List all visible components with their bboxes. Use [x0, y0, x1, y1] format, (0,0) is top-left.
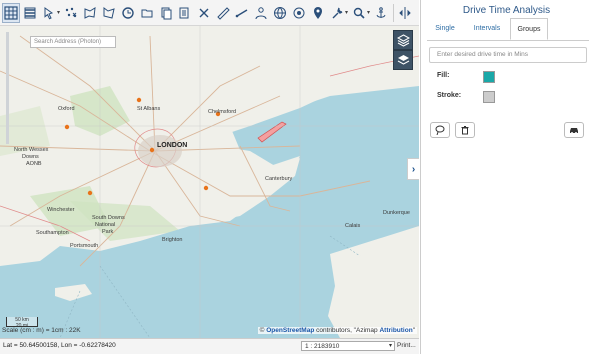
scatter-icon[interactable] — [62, 3, 80, 23]
osm-link[interactable]: OpenStreetMap — [266, 327, 314, 334]
marker-point[interactable] — [149, 147, 155, 153]
toolbar-divider — [393, 3, 395, 22]
collapse-panel-chevron-icon[interactable]: › — [407, 158, 419, 180]
city-label: Calais — [345, 223, 361, 229]
map-canvas[interactable]: Oxford St Albans Chelmsford LONDON Cante… — [0, 26, 419, 338]
delete-button[interactable] — [455, 122, 475, 138]
refresh-circle-icon[interactable] — [119, 3, 137, 23]
marker-point[interactable] — [203, 185, 209, 191]
copy-alt-icon[interactable] — [176, 3, 194, 23]
fill-label: Fill: — [437, 72, 450, 79]
status-bar: Lat = 50.64500158, Lon = -0.62278420 1 :… — [0, 338, 419, 354]
address-search-input[interactable]: Search Address (Photon) — [30, 36, 116, 48]
magnify-icon[interactable] — [350, 3, 368, 23]
pointer-icon[interactable] — [40, 3, 58, 23]
area-label: South Downs — [92, 215, 125, 221]
car-icon — [570, 128, 578, 134]
dropdown-caret-icon[interactable]: ▾ — [367, 9, 370, 16]
fill-color-swatch[interactable] — [483, 71, 495, 83]
attribution-link[interactable]: Attribution — [379, 327, 412, 334]
area-label: National — [95, 222, 116, 228]
area-label: Park — [102, 229, 114, 235]
city-label: Oxford — [58, 106, 75, 112]
city-label: Canterbury — [265, 176, 293, 182]
city-label: St Albans — [137, 106, 161, 112]
cursor-coordinates: Lat = 50.64500158, Lon = -0.62278420 — [3, 342, 116, 349]
tab-groups[interactable]: Groups — [510, 18, 548, 40]
dropdown-caret-icon[interactable]: ▾ — [57, 9, 60, 16]
measure-icon[interactable] — [233, 3, 251, 23]
tab-single[interactable]: Single — [427, 18, 463, 40]
area-label: Downs — [22, 154, 39, 160]
close-x-icon[interactable] — [195, 3, 213, 23]
globe-icon[interactable] — [271, 3, 289, 23]
dropdown-caret-icon[interactable]: ▾ — [345, 9, 348, 16]
city-label: Chelmsford — [208, 109, 237, 115]
layers-stack-icon[interactable] — [21, 3, 39, 23]
base-layers-icon[interactable] — [393, 50, 413, 70]
city-label: Brighton — [162, 237, 183, 243]
horizontal-resize-icon[interactable] — [396, 3, 414, 23]
scale-value: 1 : 2183910 — [305, 343, 340, 350]
map-pin-icon[interactable] — [309, 3, 327, 23]
attribution-text: contributors, "Azimap — [314, 327, 380, 334]
print-button[interactable]: Print... — [397, 342, 416, 349]
drive-time-markers — [64, 97, 221, 196]
target-icon[interactable] — [290, 3, 308, 23]
marker-point[interactable] — [136, 97, 142, 103]
map-attribution: © OpenStreetMap contributors, "Azimap At… — [257, 327, 417, 334]
stroke-color-swatch[interactable] — [483, 91, 495, 103]
tab-bar: Single Intervals Groups — [427, 18, 589, 41]
scale-text: Scale (cm : m) = 1cm : 22K — [2, 327, 81, 334]
marker-point[interactable] — [64, 124, 70, 130]
zoom-slider[interactable] — [6, 32, 9, 144]
drive-button[interactable] — [564, 122, 584, 138]
anchor-icon[interactable] — [372, 3, 390, 23]
city-label: Southampton — [36, 230, 69, 236]
panel-title: Drive Time Analysis — [462, 5, 551, 16]
drive-time-input[interactable]: Enter desired drive time in Mins — [429, 47, 587, 63]
wrench-icon[interactable] — [328, 3, 346, 23]
polygon-icon[interactable] — [81, 3, 99, 23]
grid-icon[interactable] — [2, 2, 20, 23]
stroke-label: Stroke: — [437, 92, 462, 99]
city-label: Winchester — [47, 207, 75, 213]
scale-select[interactable]: 1 : 2183910 ▾ — [301, 341, 395, 351]
layers-icon[interactable] — [393, 30, 413, 50]
folder-icon[interactable] — [138, 3, 156, 23]
copy-icon[interactable] — [157, 3, 175, 23]
ruler-icon[interactable] — [214, 3, 232, 23]
area-label: North Wessex — [14, 147, 49, 153]
lasso-button[interactable] — [430, 122, 450, 138]
person-icon[interactable] — [252, 3, 270, 23]
area-label: AONB — [26, 161, 42, 167]
attribution-suffix: " — [412, 327, 415, 334]
marker-point[interactable] — [87, 190, 93, 196]
city-label: Dunkerque — [383, 210, 410, 216]
map-toolbar: ▾ ▾ ▾ — [0, 0, 419, 26]
chevron-down-icon: ▾ — [388, 343, 392, 349]
trash-icon — [461, 126, 469, 135]
city-label: Portsmouth — [70, 243, 99, 249]
tab-intervals[interactable]: Intervals — [465, 18, 509, 40]
lasso-icon — [435, 125, 445, 135]
city-label: LONDON — [157, 142, 188, 149]
scale-bar: 50 km 20 mi — [6, 317, 38, 329]
polygon-select-icon[interactable] — [100, 3, 118, 23]
